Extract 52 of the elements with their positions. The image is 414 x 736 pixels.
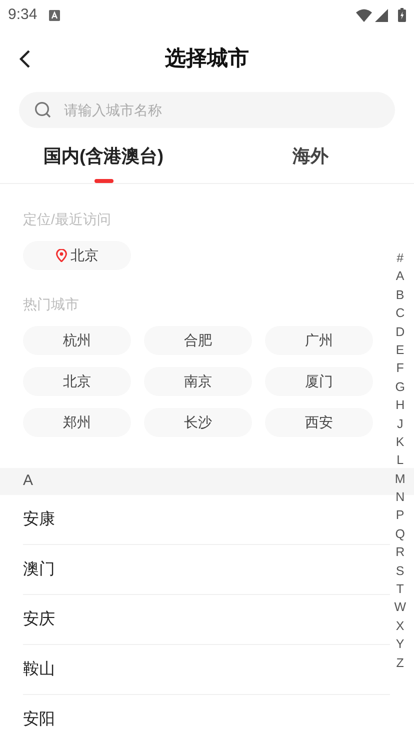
city-chip[interactable]: 合肥 (144, 326, 252, 355)
city-chip[interactable]: 南京 (144, 367, 252, 396)
index-letter[interactable]: Y (396, 635, 404, 654)
city-chip[interactable]: 郑州 (23, 408, 131, 437)
index-letter[interactable]: R (396, 543, 405, 562)
battery-icon (398, 8, 406, 22)
city-item[interactable]: 鞍山 (23, 658, 55, 682)
city-item[interactable]: 安庆 (23, 608, 55, 632)
city-item[interactable]: 澳门 (23, 558, 55, 582)
index-letter[interactable]: # (396, 249, 404, 268)
search-field[interactable]: 请输入城市名称 (19, 92, 395, 128)
index-letter[interactable]: H (396, 396, 405, 415)
index-letter[interactable]: T (396, 580, 404, 598)
city-chip[interactable]: 长沙 (144, 408, 252, 437)
notification-icon (49, 10, 60, 20)
index-letter[interactable]: L (396, 451, 404, 470)
page-title: 选择城市 (165, 46, 249, 72)
index-letter[interactable]: P (396, 506, 404, 525)
wifi-icon (356, 8, 372, 22)
search-icon (34, 101, 52, 119)
index-letter[interactable]: E (396, 340, 404, 360)
index-letter[interactable]: M (394, 470, 406, 488)
section-label: 热门城市 (23, 295, 80, 314)
city-chip[interactable]: 北京 (23, 241, 131, 270)
city-chip[interactable]: 厦门 (265, 367, 373, 396)
city-chip[interactable]: 西安 (265, 408, 373, 437)
location-pin-icon (56, 249, 66, 262)
city-chip[interactable]: 杭州 (23, 326, 131, 355)
index-letter[interactable]: S (396, 562, 404, 580)
index-letter[interactable]: F (396, 359, 404, 378)
index-letter[interactable]: A (396, 267, 404, 286)
index-letter[interactable]: X (396, 616, 404, 636)
index-letter[interactable]: Q (395, 524, 405, 544)
city-chip[interactable]: 北京 (23, 367, 131, 396)
index-letter[interactable]: Z (396, 654, 404, 672)
tab[interactable]: 海外 (207, 130, 414, 183)
tab-indicator (94, 179, 113, 183)
index-letter[interactable]: B (396, 286, 404, 304)
index-letter[interactable]: N (396, 488, 405, 506)
index-letter[interactable]: C (396, 304, 405, 323)
index-letter[interactable]: G (395, 378, 405, 396)
index-letter[interactable]: K (396, 432, 404, 452)
status-time: 9:34 (8, 4, 38, 25)
city-item[interactable]: 安康 (23, 508, 55, 532)
tab[interactable]: 国内(含港澳台) (0, 130, 207, 183)
section-label: 定位/最近访问 (23, 210, 112, 229)
city-chip[interactable]: 广州 (265, 326, 373, 355)
index-letter[interactable]: W (394, 598, 406, 617)
city-item[interactable]: 安阳 (23, 708, 55, 732)
signal-icon (375, 8, 388, 22)
index-letter[interactable]: J (396, 414, 404, 433)
index-letter[interactable]: D (396, 322, 405, 341)
